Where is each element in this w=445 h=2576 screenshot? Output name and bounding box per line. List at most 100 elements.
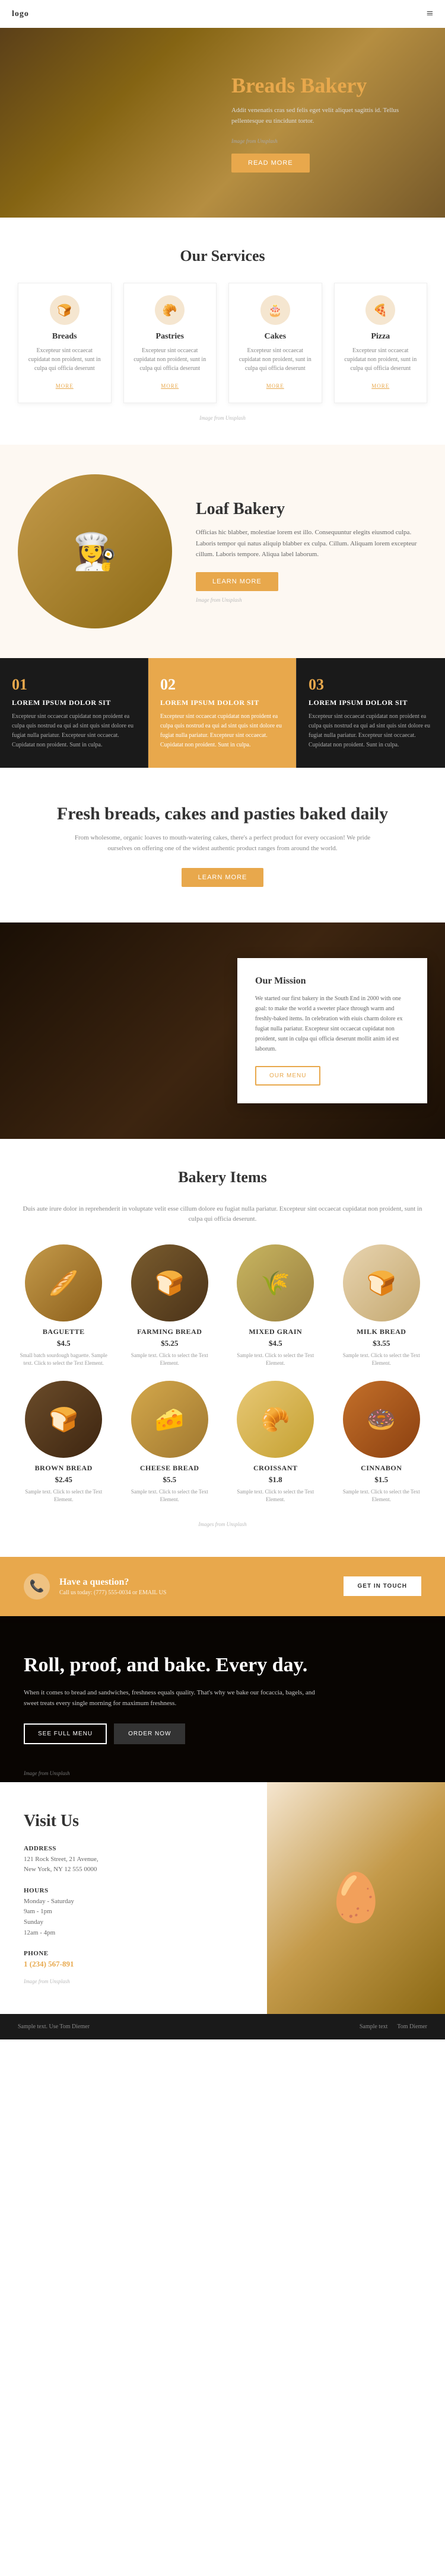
question-banner: 📞 Have a question? Call us today: (777) … [0, 1557, 445, 1616]
cakes-link[interactable]: MORE [266, 383, 284, 389]
service-card-breads: 🍞 Breads Excepteur sint occaecat cupidat… [18, 283, 112, 403]
get-in-touch-button[interactable]: GET IN TOUCH [344, 1576, 421, 1596]
footer-link-2[interactable]: Tom Diemer [397, 2023, 427, 2030]
cakes-icon: 🎂 [260, 295, 290, 325]
cakes-name: Cakes [237, 332, 313, 341]
breads-desc: Excepteur sint occaecat cupidatat non pr… [27, 346, 103, 373]
item-mixed-grain: 🌾 MIXED GRAIN $4.5 Sample text. Click to… [230, 1244, 322, 1367]
footer: Sample text. Use Tom Diemer Sample text … [0, 2014, 445, 2039]
milk-bread-name: MILK BREAD [336, 1327, 428, 1336]
question-text-block: Have a question? Call us today: (777) 55… [59, 1577, 166, 1596]
pizza-name: Pizza [343, 332, 419, 341]
pastries-link[interactable]: MORE [161, 383, 179, 389]
pastries-desc: Excepteur sint occaecat cupidatat non pr… [132, 346, 208, 373]
bakery-items-section: Bakery Items Duis aute irure dolor in re… [0, 1139, 445, 1556]
fresh-subtitle: From wholesome, organic loaves to mouth-… [74, 833, 371, 854]
num-text-2: Excepteur sint occaecat cupidatat non pr… [160, 712, 284, 750]
fresh-learn-more-button[interactable]: LEARN MORE [182, 868, 264, 887]
cakes-desc: Excepteur sint occaecat cupidatat non pr… [237, 346, 313, 373]
pastries-icon: 🥐 [155, 295, 185, 325]
mission-our-menu-button[interactable]: OUR MENU [255, 1066, 320, 1086]
phone-number[interactable]: 1 (234) 567-891 [24, 1959, 243, 1969]
item-farming-bread: 🍞 FARMING BREAD $5.25 Sample text. Click… [124, 1244, 216, 1367]
address-label: ADDRESS [24, 1845, 243, 1852]
mixed-grain-desc: Sample text. Click to select the Text El… [230, 1352, 322, 1367]
rpb-description: When it comes to bread and sandwiches, f… [24, 1687, 320, 1709]
weekend-hours: 12am - 4pm [24, 1929, 55, 1936]
cheese-bread-price: $5.5 [124, 1475, 216, 1485]
cheese-bread-desc: Sample text. Click to select the Text El… [124, 1488, 216, 1503]
baguette-image: 🥖 [25, 1244, 102, 1321]
logo: logo [12, 9, 29, 19]
farming-bread-desc: Sample text. Click to select the Text El… [124, 1352, 216, 1367]
mission-card: Our Mission We started our first bakery … [237, 958, 427, 1103]
phone-label: PHONE [24, 1950, 243, 1957]
milk-bread-price: $3.55 [336, 1339, 428, 1348]
farming-bread-price: $5.25 [124, 1339, 216, 1348]
footer-links: Sample text Tom Diemer [360, 2023, 427, 2030]
num-title-2: Lorem ipsum dolor sit [160, 698, 284, 707]
num-label-2: 02 [160, 676, 284, 694]
see-full-menu-button[interactable]: SEE FULL MENU [24, 1723, 107, 1744]
services-image-credit: Image from Unsplash [18, 415, 427, 421]
breads-icon: 🍞 [50, 295, 80, 325]
baguette-name: BAGUETTE [18, 1327, 110, 1336]
visit-image-credit: Image from Unsplash [24, 1978, 243, 1984]
num-label-3: 03 [309, 676, 433, 694]
services-section: Our Services 🍞 Breads Excepteur sint occ… [0, 218, 445, 445]
order-now-button[interactable]: ORDER NOW [114, 1723, 185, 1744]
loaf-section: 👩‍🍳 Loaf Bakery Officias hic blabber, mo… [0, 445, 445, 658]
hero-subtitle: Addit venenatis cras sed felis eget veli… [231, 106, 409, 126]
num-title-3: Lorem ipsum dolor sit [309, 698, 433, 707]
croissant-image: 🥐 [237, 1381, 314, 1458]
breads-name: Breads [27, 332, 103, 341]
numbered-card-3: 03 Lorem ipsum dolor sit Excepteur sint … [297, 658, 445, 768]
hero-read-more-button[interactable]: READ MORE [231, 154, 310, 173]
breads-link[interactable]: MORE [56, 383, 74, 389]
footer-link-1[interactable]: Sample text [360, 2023, 388, 2030]
numbered-section: 01 Lorem ipsum dolor sit Excepteur sint … [0, 658, 445, 768]
rpb-buttons: SEE FULL MENU ORDER NOW [24, 1723, 320, 1744]
milk-bread-desc: Sample text. Click to select the Text El… [336, 1352, 428, 1367]
pizza-link[interactable]: MORE [371, 383, 389, 389]
milk-bread-image: 🍞 [343, 1244, 420, 1321]
service-card-cakes: 🎂 Cakes Excepteur sint occaecat cupidata… [228, 283, 322, 403]
farming-bread-image: 🍞 [131, 1244, 208, 1321]
hero-section: Breads Bakery Addit venenatis cras sed f… [0, 28, 445, 218]
bakery-items-subtitle: Duis aute irure dolor in reprehenderit i… [18, 1204, 427, 1224]
hours-info: Monday - Saturday 9am - 1pm Sunday 12am … [24, 1897, 243, 1938]
visit-content: Visit Us ADDRESS 121 Rock Street, 21 Ave… [0, 1782, 267, 2015]
mission-text: We started our first bakery in the South… [255, 994, 409, 1054]
cinnabon-price: $1.5 [336, 1475, 428, 1485]
services-title: Our Services [18, 247, 427, 265]
brown-bread-desc: Sample text. Click to select the Text El… [18, 1488, 110, 1503]
question-left: 📞 Have a question? Call us today: (777) … [24, 1573, 166, 1600]
baguette-price: $4.5 [18, 1339, 110, 1348]
header: logo ≡ [0, 0, 445, 28]
num-text-1: Excepteur sint occaecat cupidatat non pr… [12, 712, 136, 750]
footer-copyright: Sample text. Use Tom Diemer [18, 2023, 90, 2030]
rpb-title: Roll, proof, and bake. Every day. [24, 1654, 320, 1678]
item-baguette: 🥖 BAGUETTE $4.5 Small batch sourdough ba… [18, 1244, 110, 1367]
num-text-3: Excepteur sint occaecat cupidatat non pr… [309, 712, 433, 750]
numbered-card-2: 02 Lorem ipsum dolor sit Excepteur sint … [148, 658, 297, 768]
hamburger-menu-icon[interactable]: ≡ [427, 7, 433, 21]
numbered-card-1: 01 Lorem ipsum dolor sit Excepteur sint … [0, 658, 148, 768]
mixed-grain-image: 🌾 [237, 1244, 314, 1321]
num-label-1: 01 [12, 676, 136, 694]
pizza-icon: 🍕 [365, 295, 395, 325]
visit-eggs-image: 🥚 [267, 1782, 445, 2015]
loaf-title: Loaf Bakery [196, 500, 427, 519]
loaf-baker-image: 👩‍🍳 [18, 474, 172, 628]
mission-section: Our Mission We started our first bakery … [0, 922, 445, 1139]
item-croissant: 🥐 CROISSANT $1.8 Sample text. Click to s… [230, 1381, 322, 1503]
weekend-label: Sunday [24, 1919, 43, 1926]
visit-section: Visit Us ADDRESS 121 Rock Street, 21 Ave… [0, 1782, 445, 2015]
question-subtitle: Call us today: (777) 555-0034 or EMAIL U… [59, 1589, 166, 1596]
loaf-learn-more-button[interactable]: LEARN MORE [196, 572, 278, 591]
loaf-description: Officias hic blabber, molestiae lorem es… [196, 527, 427, 560]
croissant-price: $1.8 [230, 1475, 322, 1485]
fresh-title: Fresh breads, cakes and pasties baked da… [18, 803, 427, 825]
farming-bread-name: FARMING BREAD [124, 1327, 216, 1336]
brown-bread-image: 🍞 [25, 1381, 102, 1458]
